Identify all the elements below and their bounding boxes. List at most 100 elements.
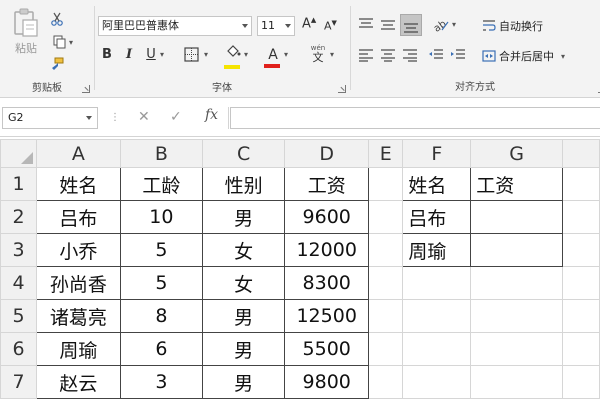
font-launcher-icon[interactable] [338, 85, 346, 93]
font-color-button[interactable]: A [264, 44, 282, 68]
cell[interactable] [470, 266, 564, 300]
bold-button[interactable]: B [98, 47, 116, 62]
font-name-select[interactable]: 阿里巴巴普惠体 [98, 16, 252, 36]
copy-button[interactable]: ▾ [48, 33, 78, 51]
align-top-icon[interactable] [358, 18, 374, 32]
cell[interactable] [562, 233, 600, 267]
cell[interactable]: 性别 [201, 167, 286, 201]
phonetic-button[interactable]: wén 文 [306, 44, 330, 64]
column-header-c[interactable]: C [201, 139, 286, 168]
cell[interactable]: 9800 [284, 365, 370, 399]
enter-icon[interactable]: ✓ [170, 109, 182, 125]
decrease-indent-icon[interactable] [428, 48, 444, 62]
row-header[interactable]: 5 [0, 299, 37, 333]
align-right-icon[interactable] [402, 48, 418, 62]
cell[interactable]: 12500 [284, 299, 370, 333]
cell[interactable] [562, 365, 600, 399]
cell[interactable] [368, 365, 404, 399]
merge-center-button[interactable]: 合并后居中 ▾ [482, 48, 565, 64]
cell[interactable] [402, 332, 472, 366]
chevron-down-icon[interactable]: ▾ [160, 50, 164, 59]
cell[interactable] [562, 167, 600, 201]
row-header[interactable]: 1 [0, 167, 37, 201]
paste-button[interactable]: 粘贴 [8, 8, 44, 64]
cell[interactable]: 周瑜 [402, 233, 472, 267]
row-header[interactable]: 2 [0, 200, 37, 234]
cell[interactable]: 5 [119, 266, 203, 300]
decrease-font-icon[interactable]: A▼ [324, 19, 337, 33]
cell[interactable]: 5 [119, 233, 203, 267]
column-header-e[interactable]: E [368, 139, 404, 168]
cell[interactable] [402, 365, 472, 399]
cell[interactable] [562, 332, 600, 366]
cell[interactable] [368, 266, 404, 300]
cell[interactable]: 8300 [284, 266, 370, 300]
wrap-text-button[interactable]: 自动换行 [482, 18, 543, 34]
cell[interactable] [368, 167, 404, 201]
cell[interactable]: 吕布 [402, 200, 472, 234]
cell[interactable] [470, 299, 564, 333]
select-all-corner[interactable] [0, 139, 37, 168]
cell[interactable]: 工资 [470, 167, 564, 201]
borders-button[interactable] [184, 47, 200, 63]
cell[interactable]: 10 [119, 200, 203, 234]
cell[interactable]: 5500 [284, 332, 370, 366]
insert-function-icon[interactable]: fx [205, 107, 218, 123]
name-box[interactable]: G2 [2, 107, 98, 129]
column-header-g[interactable]: G [470, 139, 564, 168]
cell-g2-selected[interactable] [470, 200, 564, 234]
cell[interactable] [470, 365, 564, 399]
cell[interactable] [470, 233, 564, 267]
cell[interactable]: 男 [201, 299, 286, 333]
chevron-down-icon[interactable]: ▾ [330, 50, 334, 59]
cut-button[interactable] [46, 10, 68, 28]
chevron-down-icon[interactable]: ▾ [452, 20, 456, 29]
column-header-d[interactable]: D [284, 139, 370, 168]
align-middle-icon[interactable] [380, 18, 396, 32]
cell[interactable] [368, 200, 404, 234]
cell[interactable] [562, 200, 600, 234]
column-header-b[interactable]: B [119, 139, 203, 168]
cell[interactable]: 姓名 [36, 167, 121, 201]
underline-button[interactable]: U [142, 47, 160, 62]
orientation-icon[interactable]: ab [432, 16, 450, 34]
cell[interactable]: 男 [201, 200, 286, 234]
column-header-a[interactable]: A [36, 139, 121, 168]
column-header-h[interactable] [562, 139, 600, 168]
cell[interactable] [368, 299, 404, 333]
chevron-down-icon[interactable]: ▾ [284, 50, 288, 59]
italic-button[interactable]: I [120, 47, 138, 62]
cell[interactable]: 女 [201, 233, 286, 267]
cell[interactable]: 孙尚香 [36, 266, 121, 300]
cell[interactable]: 工资 [284, 167, 370, 201]
cell[interactable]: 男 [201, 365, 286, 399]
align-center-icon[interactable] [380, 48, 396, 62]
align-bottom-button[interactable] [400, 14, 422, 36]
format-painter-button[interactable] [46, 56, 68, 74]
column-header-f[interactable]: F [402, 139, 472, 168]
cell[interactable]: 周瑜 [36, 332, 121, 366]
cell[interactable] [402, 266, 472, 300]
cell[interactable]: 吕布 [36, 200, 121, 234]
cell[interactable]: 诸葛亮 [36, 299, 121, 333]
increase-font-icon[interactable]: A▲ [302, 16, 316, 31]
cell[interactable]: 男 [201, 332, 286, 366]
cell[interactable] [368, 332, 404, 366]
cancel-icon[interactable]: ✕ [138, 109, 150, 125]
row-header[interactable]: 7 [0, 365, 37, 399]
cell[interactable]: 赵云 [36, 365, 121, 399]
cell[interactable] [562, 266, 600, 300]
row-header[interactable]: 3 [0, 233, 37, 267]
cell[interactable]: 小乔 [36, 233, 121, 267]
cell[interactable]: 女 [201, 266, 286, 300]
cell[interactable]: 8 [119, 299, 203, 333]
fill-color-button[interactable] [224, 44, 242, 69]
cell[interactable]: 9600 [284, 200, 370, 234]
font-size-select[interactable]: 11 [257, 16, 295, 36]
chevron-down-icon[interactable]: ▾ [204, 50, 208, 59]
formula-input[interactable] [230, 107, 600, 129]
chevron-down-icon[interactable]: ▾ [244, 50, 248, 59]
row-header[interactable]: 6 [0, 332, 37, 366]
cell[interactable] [402, 299, 472, 333]
cell[interactable]: 工龄 [119, 167, 203, 201]
